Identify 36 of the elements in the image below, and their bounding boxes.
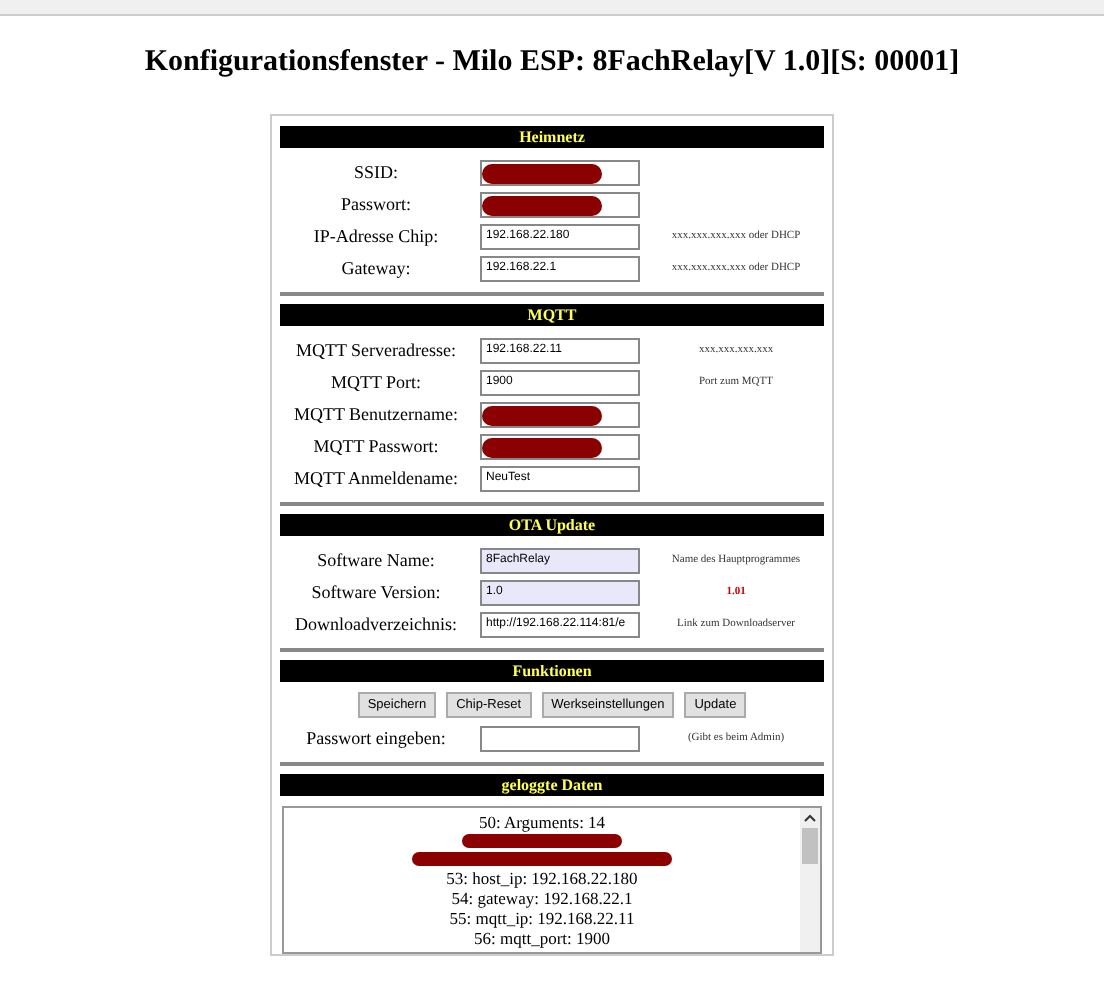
section-header: geloggte Daten <box>280 773 824 795</box>
field-label: MQTT Benutzername: <box>291 401 461 427</box>
field-label: Passwort eingeben: <box>304 725 448 752</box>
redaction-mark <box>482 405 602 425</box>
field-label: MQTT Passwort: <box>311 433 441 459</box>
field-label: MQTT Anmeldename: <box>291 465 461 491</box>
section-header: Heimnetz <box>280 125 824 147</box>
input-field[interactable] <box>480 191 640 217</box>
field-label: Software Name: <box>315 547 437 573</box>
field-label: Passwort: <box>338 191 413 217</box>
log-line: 56: mqtt_port: 1900 <box>474 927 610 947</box>
page-title: Konfigurationsfenster - Milo ESP: 8FachRelay[V 1.0][S: 00001] <box>142 44 962 82</box>
input-field[interactable] <box>480 401 640 427</box>
section-header: OTA Update <box>280 513 824 535</box>
scrollbar[interactable] <box>800 807 820 951</box>
scroll-up-icon[interactable] <box>804 813 816 821</box>
field-label: MQTT Port: <box>328 369 424 395</box>
field-label: IP-Adresse Chip: <box>311 223 441 250</box>
section-header: MQTT <box>280 303 824 325</box>
section-header: Funktionen <box>280 659 824 681</box>
field-label: MQTT Serveradresse: <box>293 337 459 363</box>
redaction-mark <box>482 437 602 457</box>
field-label: Software Version: <box>309 579 443 605</box>
log-line: 53: host_ip: 192.168.22.180 <box>446 867 638 887</box>
log-line: 55: mqtt_ip: 192.168.22.11 <box>449 907 635 927</box>
input-field[interactable] <box>480 725 640 751</box>
field-label: Gateway: <box>339 255 413 282</box>
redaction-mark <box>482 163 602 183</box>
scroll-thumb[interactable] <box>802 827 818 863</box>
input-field[interactable] <box>480 433 640 459</box>
input-field[interactable] <box>480 159 640 185</box>
log-line: 54: gateway: 192.168.22.1 <box>451 887 633 907</box>
redaction-mark <box>482 195 602 215</box>
log-line: 50: Arguments: 14 <box>478 811 606 831</box>
field-label: Downloadverzeichnis: <box>293 611 459 637</box>
field-label: SSID: <box>351 159 400 185</box>
